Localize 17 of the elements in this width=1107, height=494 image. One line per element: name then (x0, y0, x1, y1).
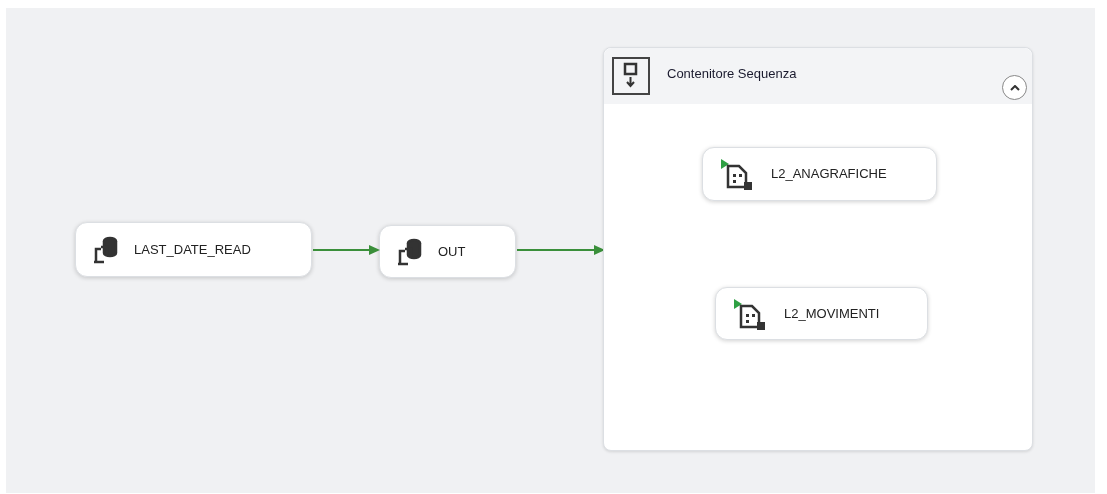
task-node[interactable]: L2_MOVIMENTI (715, 287, 928, 340)
task-label: L2_MOVIMENTI (784, 304, 880, 323)
caret-icon (1009, 84, 1020, 91)
collapse-button[interactable] (1002, 75, 1027, 100)
task-node[interactable]: L2_ANAGRAFICHE (702, 147, 937, 201)
container-title: Contenitore Sequenza (667, 65, 797, 84)
task-label: LAST_DATE_READ (134, 240, 251, 259)
task-label: OUT (438, 242, 466, 261)
database-icon (396, 237, 422, 266)
task-node[interactable]: OUT (379, 225, 516, 278)
task-node[interactable]: LAST_DATE_READ (75, 222, 312, 277)
document-play-icon (732, 296, 768, 331)
connector-arrow (313, 244, 380, 256)
database-icon (92, 235, 118, 264)
task-label: L2_ANAGRAFICHE (771, 165, 887, 184)
document-play-icon (719, 157, 755, 191)
container-icon (612, 57, 650, 95)
